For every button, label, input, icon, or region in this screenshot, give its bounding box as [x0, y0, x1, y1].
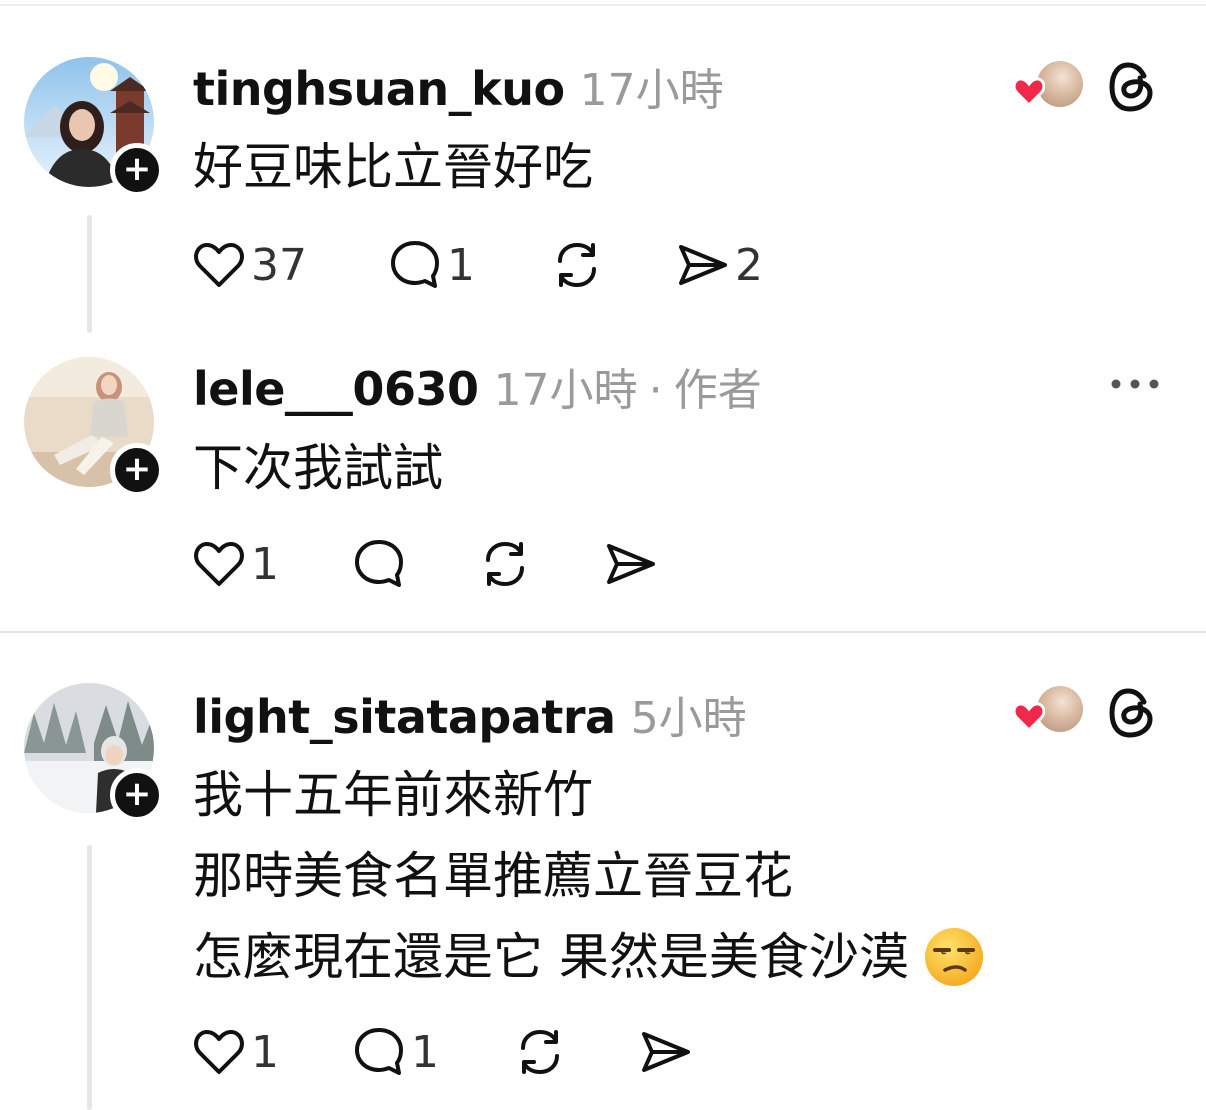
like-count: 1	[251, 538, 279, 590]
comment-text-line: 那時美食名單推薦立晉豆花	[193, 847, 793, 905]
comment-text: 好豆味比立晉好吃	[193, 138, 593, 196]
repost-button[interactable]	[478, 534, 532, 594]
repost-button[interactable]	[513, 1022, 567, 1082]
comment-text-line: 我十五年前來新竹	[193, 766, 593, 824]
like-button[interactable]: 37	[193, 235, 307, 295]
red-heart-icon	[1013, 702, 1045, 732]
thread-line	[87, 845, 92, 1110]
author-label: 作者	[673, 365, 762, 416]
share-button[interactable]	[603, 534, 657, 594]
repost-icon	[486, 542, 524, 586]
comment-header: lele___0630 17小時 · 作者	[193, 354, 762, 418]
comment-text-line-content: 怎麼現在還是它 果然是美食沙漠	[193, 928, 909, 986]
reply-button[interactable]	[353, 534, 405, 594]
share-button[interactable]: 2	[675, 235, 763, 295]
speech-bubble-icon	[355, 540, 403, 587]
heart-outline-icon	[194, 542, 244, 586]
like-button[interactable]: 1	[193, 1022, 279, 1082]
action-bar: 1 1	[193, 1022, 713, 1082]
comment-text: 下次我試試	[193, 439, 443, 497]
username[interactable]: lele___0630	[193, 362, 479, 416]
repost-icon	[521, 1030, 559, 1074]
username[interactable]: light_sitatapatra	[193, 690, 616, 744]
threads-logo-icon[interactable]	[1108, 686, 1158, 740]
reply-button[interactable]: 1	[353, 1022, 439, 1082]
unamused-face-emoji	[924, 927, 983, 986]
timestamp: 17小時	[579, 65, 724, 116]
paper-plane-icon	[679, 245, 727, 285]
comment-header: light_sitatapatra 5小時	[193, 682, 747, 746]
threads-logo-icon[interactable]	[1108, 60, 1158, 114]
like-count: 1	[251, 1026, 279, 1078]
comment-text-line: 怎麼現在還是它 果然是美食沙漠	[193, 917, 985, 997]
like-button[interactable]: 1	[193, 534, 279, 594]
repost-button[interactable]	[550, 235, 604, 295]
red-heart-icon	[1013, 77, 1045, 107]
section-divider	[0, 631, 1206, 633]
like-count: 37	[251, 239, 307, 291]
action-bar: 37 1 2	[193, 235, 793, 295]
paper-plane-icon	[642, 1032, 690, 1072]
speech-bubble-icon	[355, 1028, 403, 1075]
heart-outline-icon	[194, 243, 244, 287]
liked-by-author-indicator	[1013, 686, 1083, 742]
reply-count: 1	[411, 1026, 439, 1078]
liked-by-author-indicator	[1013, 61, 1083, 117]
speech-bubble-icon	[391, 241, 439, 288]
repost-icon	[558, 243, 596, 287]
follow-button[interactable]: +	[110, 443, 164, 497]
reply-button[interactable]: 1	[389, 235, 475, 295]
timestamp: 17小時	[493, 365, 638, 416]
thread-line	[87, 215, 92, 333]
paper-plane-icon	[607, 544, 655, 584]
reply-count: 1	[447, 239, 475, 291]
separator-dot: ·	[648, 365, 663, 416]
top-divider	[0, 4, 1206, 6]
follow-button[interactable]: +	[110, 143, 164, 197]
username[interactable]: tinghsuan_kuo	[193, 62, 565, 116]
timestamp: 5小時	[630, 693, 747, 744]
comment-header: tinghsuan_kuo 17小時	[193, 54, 724, 118]
share-count: 2	[735, 239, 763, 291]
heart-outline-icon	[194, 1030, 244, 1074]
share-button[interactable]	[638, 1022, 692, 1082]
action-bar: 1	[193, 534, 693, 594]
more-horizontal-icon[interactable]	[1110, 374, 1160, 394]
follow-button[interactable]: +	[110, 768, 164, 822]
